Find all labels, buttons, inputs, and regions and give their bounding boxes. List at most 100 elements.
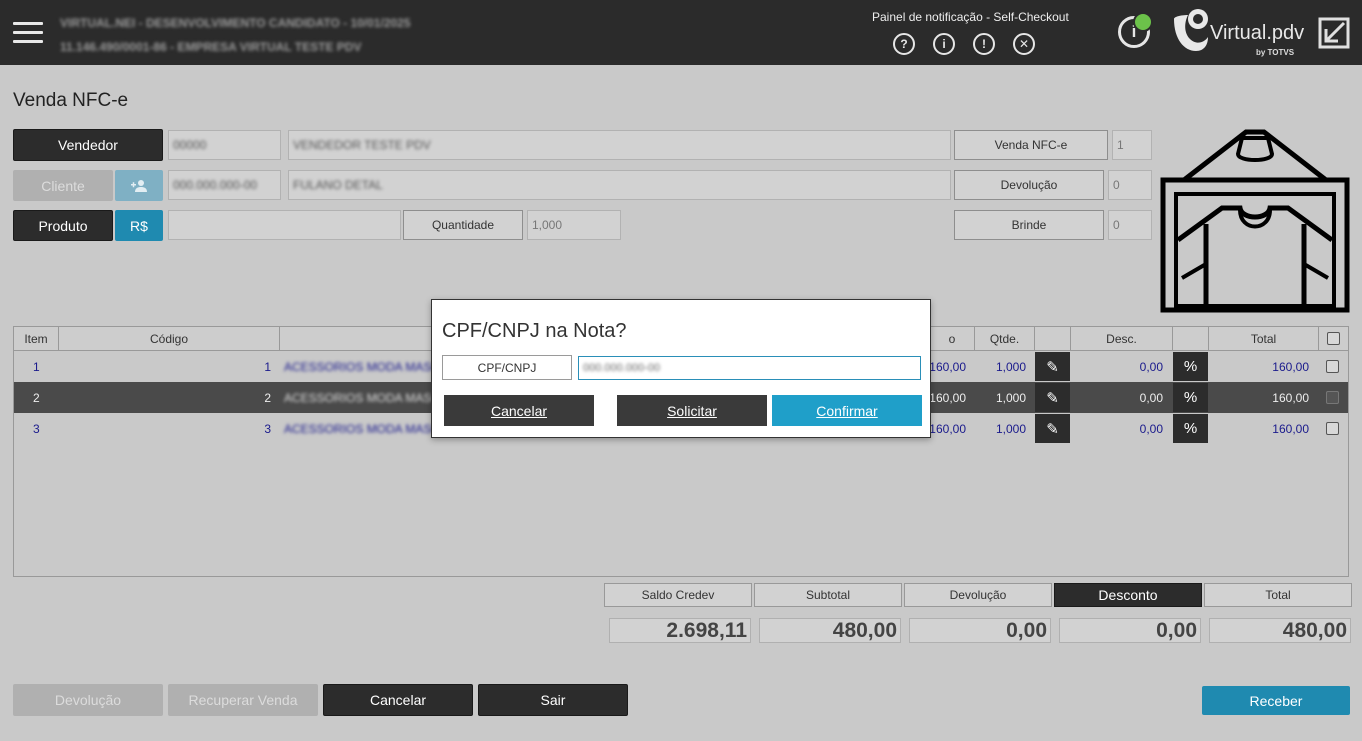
vendedor-name-field[interactable]: VENDEDOR TESTE PDV (288, 130, 951, 160)
col-discount-action (1173, 327, 1209, 351)
edit-pencil-icon[interactable]: ✎ (1035, 383, 1070, 412)
devolucao-label: Devolução (954, 170, 1104, 200)
row-codigo: 3 (264, 421, 271, 436)
cliente-doc-field[interactable]: 000.000.000-00 (168, 170, 281, 200)
cliente-button[interactable]: Cliente (13, 170, 113, 201)
row-desc: 0,00 (1139, 359, 1163, 374)
row-codigo: 2 (264, 390, 271, 405)
cpf-cnpj-label: CPF/CNPJ (442, 355, 572, 380)
cliente-name-field[interactable]: FULANO DETAL (288, 170, 951, 200)
minimize-window-icon[interactable] (1317, 16, 1351, 50)
receber-button[interactable]: Receber (1202, 686, 1350, 715)
recuperar-venda-button[interactable]: Recuperar Venda (168, 684, 318, 716)
dialog-confirmar-button[interactable]: Confirmar (772, 395, 922, 426)
price-rs-button[interactable]: R$ (115, 210, 163, 241)
logo-text: Virtual.pdv (1210, 22, 1305, 44)
row-desc: 0,00 (1139, 390, 1163, 405)
row-total: 160,00 (1272, 421, 1309, 436)
vendedor-code-value: 00000 (173, 138, 207, 152)
produto-input[interactable] (168, 210, 401, 240)
warning-icon[interactable]: ! (973, 33, 995, 55)
quantidade-label: Quantidade (403, 210, 523, 240)
devolucao-total-label: Devolução (904, 583, 1052, 607)
col-preco: o (930, 327, 975, 351)
info-icon[interactable]: i (933, 33, 955, 55)
col-desc: Desc. (1071, 327, 1173, 351)
dialog-solicitar-label: Solicitar (667, 402, 717, 419)
row-item: 3 (33, 421, 40, 436)
cpf-cnpj-input[interactable]: 000.000.000-00 (578, 356, 921, 380)
row-preco: 160,00 (929, 421, 966, 436)
row-item: 1 (33, 359, 40, 374)
saldo-credev-value: 2.698,11 (609, 618, 751, 643)
vendedor-code-field[interactable]: 00000 (168, 130, 281, 160)
saldo-credev-label: Saldo Credev (604, 583, 752, 607)
cpf-cnpj-dialog: CPF/CNPJ na Nota? CPF/CNPJ 000.000.000-0… (431, 299, 931, 438)
close-circle-icon[interactable]: ✕ (1013, 33, 1035, 55)
dialog-cancelar-label: Cancelar (490, 402, 548, 419)
online-status-dot (1133, 12, 1153, 32)
col-qtde: Qtde. (975, 327, 1035, 351)
row-item: 2 (33, 390, 40, 405)
col-select-all (1319, 327, 1348, 351)
quantidade-input[interactable]: 1,000 (527, 210, 621, 240)
total-value: 480,00 (1209, 618, 1351, 643)
row-checkbox[interactable] (1326, 422, 1339, 435)
menu-icon[interactable] (13, 22, 43, 44)
row-qtde: 1,000 (995, 390, 1026, 405)
row-codigo: 1 (264, 359, 271, 374)
row-preco: 160,00 (929, 390, 966, 405)
notification-icons: ? i ! ✕ (893, 33, 1035, 55)
vendedor-button[interactable]: Vendedor (13, 129, 163, 161)
row-desc: 0,00 (1139, 421, 1163, 436)
row-checkbox[interactable] (1326, 391, 1339, 404)
desconto-value: 0,00 (1059, 618, 1201, 643)
notification-panel-title: Painel de notificação - Self-Checkout (872, 10, 1069, 24)
devolucao-button[interactable]: Devolução (13, 684, 163, 716)
cliente-doc-value: 000.000.000-00 (173, 178, 258, 192)
subtotal-label: Subtotal (754, 583, 902, 607)
col-total: Total (1209, 327, 1319, 351)
page-title: Venda NFC-e (13, 90, 129, 111)
company-header-line1: VIRTUAL.NEI - DESENVOLVIMENTO CANDIDATO … (60, 16, 411, 30)
cpf-cnpj-value: 000.000.000-00 (583, 362, 661, 374)
clothing-tag-icon (1160, 129, 1350, 313)
edit-pencil-icon[interactable]: ✎ (1035, 352, 1070, 381)
dialog-confirmar-label: Confirmar (816, 402, 878, 419)
row-qtde: 1,000 (995, 421, 1026, 436)
row-total: 160,00 (1272, 390, 1309, 405)
logo-by-text: by TOTVS (1256, 48, 1295, 57)
row-qtde: 1,000 (995, 359, 1026, 374)
dialog-title: CPF/CNPJ na Nota? (442, 320, 627, 342)
top-bar: VIRTUAL.NEI - DESENVOLVIMENTO CANDIDATO … (0, 0, 1362, 65)
brinde-value: 0 (1108, 210, 1152, 240)
dialog-cancelar-button[interactable]: Cancelar (444, 395, 594, 426)
produto-button[interactable]: Produto (13, 210, 113, 241)
cliente-name-value: FULANO DETAL (293, 178, 383, 192)
desconto-button[interactable]: Desconto (1054, 583, 1202, 607)
discount-percent-icon[interactable]: % (1173, 383, 1208, 412)
col-item: Item (14, 327, 59, 351)
select-all-checkbox[interactable] (1327, 332, 1340, 345)
brinde-label: Brinde (954, 210, 1104, 240)
venda-nfce-label: Venda NFC-e (954, 130, 1108, 160)
discount-percent-icon[interactable]: % (1173, 352, 1208, 381)
edit-pencil-icon[interactable]: ✎ (1035, 414, 1070, 443)
venda-nfce-value: 1 (1112, 130, 1152, 160)
col-edit (1035, 327, 1071, 351)
subtotal-value: 480,00 (759, 618, 901, 643)
row-checkbox[interactable] (1326, 360, 1339, 373)
help-icon[interactable]: ? (893, 33, 915, 55)
cancelar-venda-button[interactable]: Cancelar (323, 684, 473, 716)
total-label: Total (1204, 583, 1352, 607)
sair-button[interactable]: Sair (478, 684, 628, 716)
add-person-icon (131, 179, 147, 192)
devolucao-total-value: 0,00 (909, 618, 1051, 643)
dialog-solicitar-button[interactable]: Solicitar (617, 395, 767, 426)
company-header-line2: 11.146.490/0001-86 - EMPRESA VIRTUAL TES… (60, 40, 362, 54)
discount-percent-icon[interactable]: % (1173, 414, 1208, 443)
col-codigo: Código (59, 327, 280, 351)
add-client-button[interactable] (115, 170, 163, 201)
row-total: 160,00 (1272, 359, 1309, 374)
vendedor-name-value: VENDEDOR TESTE PDV (293, 138, 431, 152)
